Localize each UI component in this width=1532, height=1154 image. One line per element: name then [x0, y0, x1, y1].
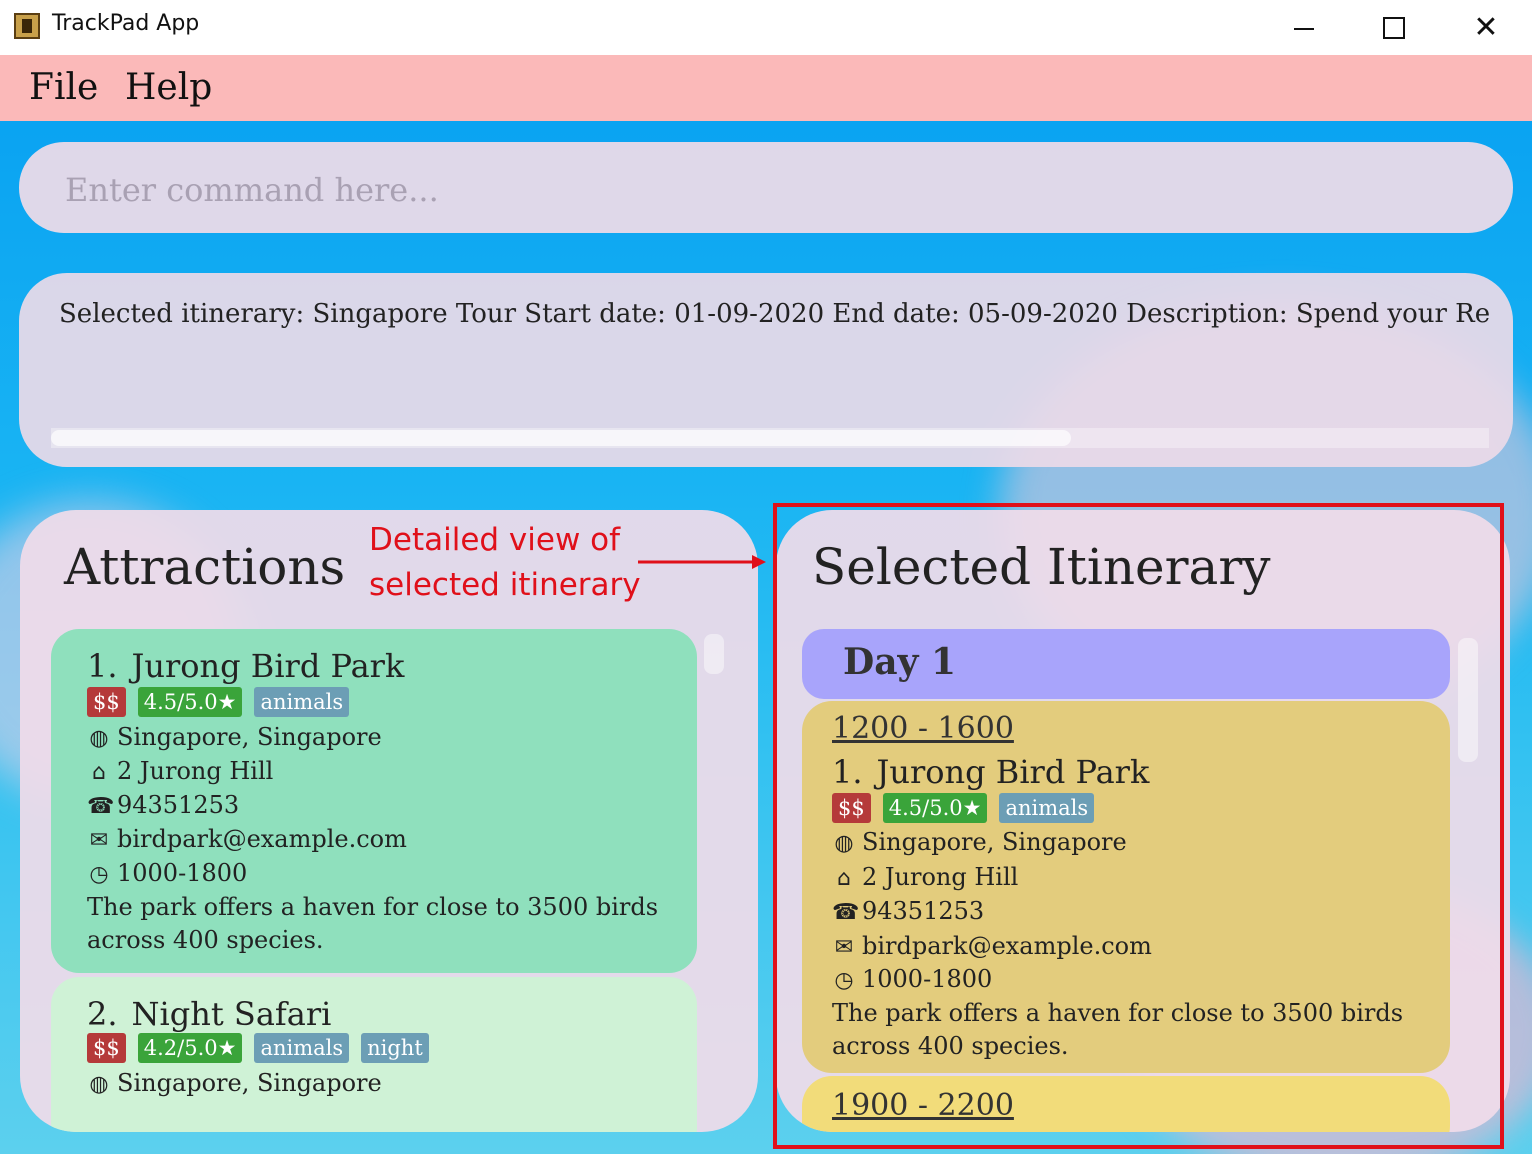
- itinerary-scrollbar[interactable]: [1458, 638, 1478, 762]
- day-header[interactable]: Day 1: [802, 629, 1450, 699]
- home-icon: ⌂: [837, 866, 851, 891]
- price-badge: $$: [87, 687, 126, 717]
- phone-icon: ☎: [87, 794, 115, 819]
- globe-icon: ◍: [89, 1072, 109, 1097]
- result-text: Selected itinerary: Singapore Tour Start…: [59, 299, 1489, 329]
- tag-badge: animals: [254, 687, 350, 717]
- location-line: ◍ Singapore, Singapore: [87, 723, 382, 751]
- price-badge: $$: [832, 793, 871, 823]
- email-line: ✉ birdpark@example.com: [832, 932, 1152, 960]
- phone-line: ☎ 94351253: [87, 791, 239, 819]
- phone-text: 94351253: [862, 897, 985, 925]
- location-line: ◍ Singapore, Singapore: [87, 1069, 382, 1097]
- phone-text: 94351253: [117, 791, 240, 819]
- rating-badge: 4.2/5.0★: [137, 1033, 243, 1063]
- location-line: ◍ Singapore, Singapore: [832, 828, 1127, 856]
- annotation-label: Detailed view of selected itinerary: [369, 518, 641, 608]
- close-button[interactable]: ✕: [1440, 0, 1532, 55]
- rating-badge: 4.5/5.0★: [882, 793, 988, 823]
- attraction-header: 1. Jurong Bird Park: [832, 753, 1149, 791]
- attraction-index: 1.: [832, 753, 863, 791]
- annotation-line: Detailed view of: [369, 522, 621, 558]
- attraction-badges: $$ 4.5/5.0★ animals: [87, 687, 350, 717]
- maximize-icon: [1383, 16, 1405, 39]
- day-label: Day 1: [843, 641, 957, 683]
- attraction-description: The park offers a haven for close to 350…: [87, 893, 659, 954]
- email-text: birdpark@example.com: [117, 825, 407, 853]
- window-title: TrackPad App: [52, 11, 200, 36]
- location-text: Singapore, Singapore: [862, 828, 1127, 856]
- phone-line: ☎ 94351253: [832, 897, 984, 925]
- tag-badge: animals: [999, 793, 1095, 823]
- hours-text: 1000-1800: [117, 859, 248, 887]
- maximize-button[interactable]: [1348, 0, 1440, 55]
- phone-icon: ☎: [832, 900, 860, 925]
- address-text: 2 Jurong Hill: [862, 863, 1019, 891]
- attraction-header: 2. Night Safari: [87, 995, 331, 1033]
- attraction-name: Jurong Bird Park: [131, 647, 405, 685]
- address-line: ⌂ 2 Jurong Hill: [87, 757, 273, 785]
- rating-badge: 4.5/5.0★: [137, 687, 243, 717]
- email-line: ✉ birdpark@example.com: [87, 825, 407, 853]
- price-badge: $$: [87, 1033, 126, 1063]
- horizontal-scrollbar-thumb[interactable]: [51, 430, 1071, 446]
- globe-icon: ◍: [89, 726, 109, 751]
- attraction-index: 2.: [87, 995, 118, 1033]
- location-text: Singapore, Singapore: [117, 723, 382, 751]
- attractions-scrollbar[interactable]: [704, 634, 724, 674]
- annotation-arrow-icon: [638, 555, 766, 569]
- attraction-name: Jurong Bird Park: [876, 753, 1150, 791]
- slot-time: 1200 - 1600: [832, 711, 1014, 746]
- globe-icon: ◍: [834, 831, 854, 856]
- clock-icon: ◷: [834, 968, 854, 993]
- attraction-index: 1.: [87, 647, 118, 685]
- hours-line: ◷ 1000-1800: [87, 859, 247, 887]
- home-icon: ⌂: [92, 760, 106, 785]
- annotation-line: selected itinerary: [369, 567, 641, 603]
- hours-line: ◷ 1000-1800: [832, 965, 992, 993]
- clock-icon: ◷: [89, 862, 109, 887]
- attraction-card[interactable]: 1. Jurong Bird Park $$ 4.5/5.0★ animals ◍…: [51, 629, 697, 973]
- attraction-badges: $$ 4.2/5.0★ animals night: [87, 1033, 429, 1063]
- menu-help[interactable]: Help: [125, 67, 212, 108]
- minimize-button[interactable]: [1258, 0, 1350, 55]
- attraction-name: Night Safari: [131, 995, 332, 1033]
- slot-time: 1900 - 2200: [832, 1088, 1014, 1123]
- hours-text: 1000-1800: [862, 965, 993, 993]
- close-icon: ✕: [1473, 10, 1499, 45]
- command-box: [19, 142, 1513, 233]
- address-line: ⌂ 2 Jurong Hill: [832, 863, 1018, 891]
- email-icon: ✉: [89, 828, 109, 853]
- tag-badge: night: [361, 1033, 429, 1063]
- menu-file[interactable]: File: [29, 67, 98, 108]
- address-text: 2 Jurong Hill: [117, 757, 274, 785]
- location-text: Singapore, Singapore: [117, 1069, 382, 1097]
- minimize-icon: [1294, 27, 1314, 30]
- tag-badge: animals: [254, 1033, 350, 1063]
- email-text: birdpark@example.com: [862, 932, 1152, 960]
- selected-itinerary-panel: Selected Itinerary Day 1 1200 - 1600 1. J…: [776, 510, 1510, 1132]
- menu-bar: File Help: [0, 55, 1532, 121]
- command-input[interactable]: [63, 164, 1467, 216]
- title-bar: TrackPad App ✕: [0, 0, 1532, 55]
- itinerary-slot[interactable]: 1200 - 1600 1. Jurong Bird Park $$ 4.5/5.…: [802, 701, 1450, 1073]
- itinerary-title: Selected Itinerary: [812, 538, 1271, 596]
- email-icon: ✉: [834, 935, 854, 960]
- result-display: Selected itinerary: Singapore Tour Start…: [19, 273, 1513, 467]
- itinerary-slot[interactable]: 1900 - 2200: [802, 1076, 1450, 1132]
- attraction-badges: $$ 4.5/5.0★ animals: [832, 793, 1095, 823]
- attraction-header: 1. Jurong Bird Park: [87, 647, 404, 685]
- app-icon: [14, 13, 40, 39]
- attractions-title: Attractions: [64, 538, 346, 596]
- attraction-card[interactable]: 2. Night Safari $$ 4.2/5.0★ animals night…: [51, 977, 697, 1132]
- attraction-description: The park offers a haven for close to 350…: [832, 999, 1404, 1060]
